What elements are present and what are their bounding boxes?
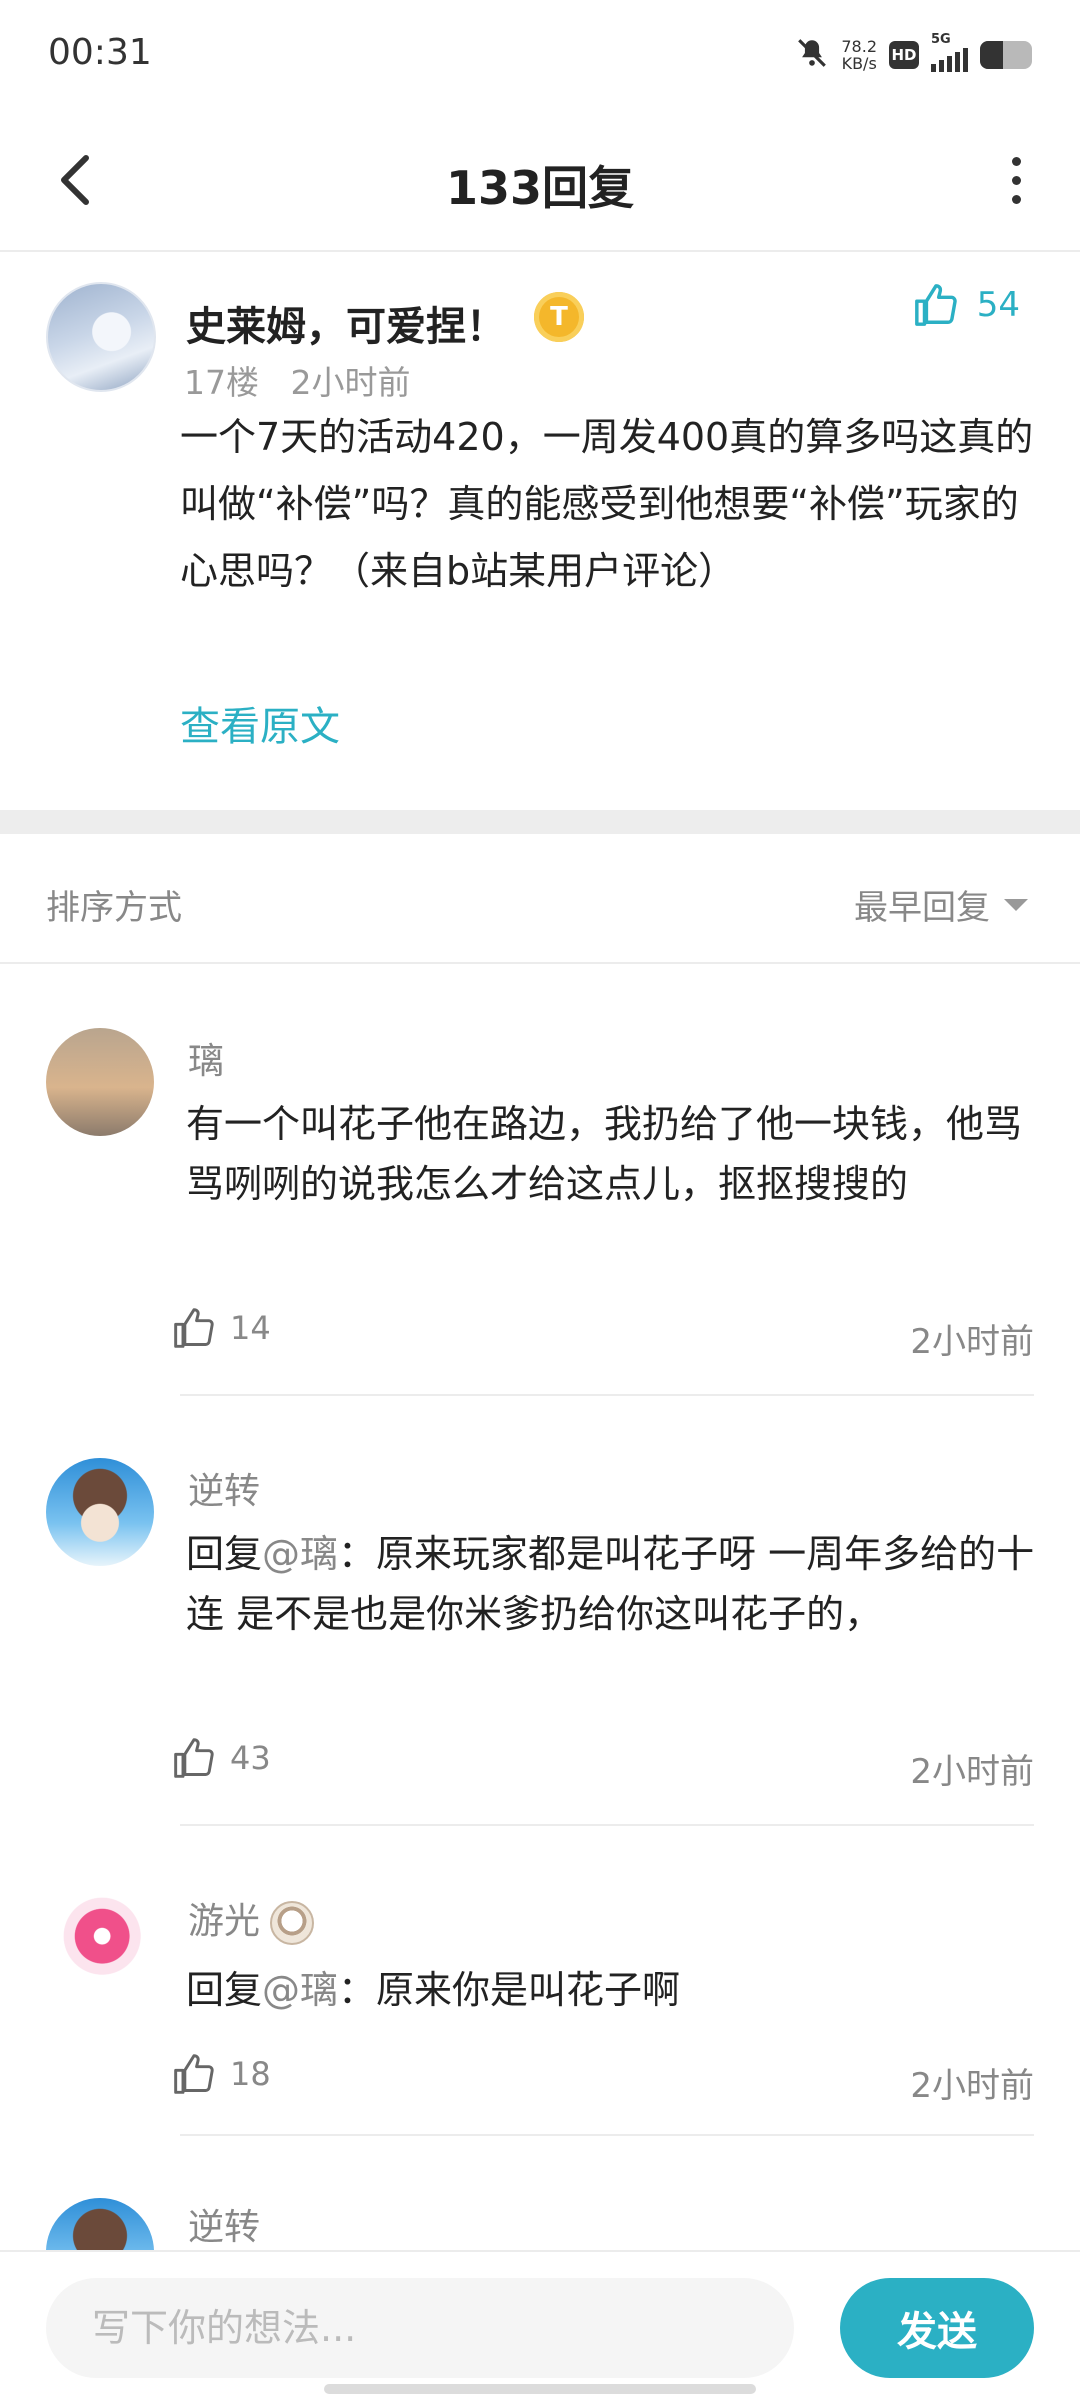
post-text: 一个7天的活动420，一周发400真的算多吗这真的叫做“补偿”吗？真的能感受到他… [180, 415, 1034, 593]
post-time: 2小时前 [290, 363, 411, 402]
reply-like-button[interactable]: 14 [172, 1306, 271, 1350]
sort-bar: 排序方式 最早回复 [0, 834, 1080, 964]
reply-text: 有一个叫花子他在路边，我扔给了他一块钱，他骂骂咧咧的说我怎么才给这点儿，抠抠搜搜… [186, 1102, 1023, 1206]
thumbs-up-icon [174, 1308, 214, 1348]
view-original-link[interactable]: 查看原文 [180, 694, 340, 752]
user-badge-icon: T [534, 292, 584, 342]
sort-selected: 最早回复 [854, 888, 990, 928]
reply-time: 2小时前 [910, 1322, 1034, 1362]
comment-input[interactable] [46, 2278, 794, 2378]
post-like-button[interactable]: 54 [913, 282, 1020, 328]
reply-prefix: 回复 [186, 1968, 263, 2012]
user-badge-icon [270, 1901, 315, 1945]
status-icons: 78.2 KB/s HD 5G [795, 30, 1032, 80]
mute-icon [795, 36, 829, 74]
reply-text: 回复@璃：原来玩家都是叫花子呀 一周年多给的十连 是不是也是你米爹扔给你这叫花子… [186, 1524, 1046, 1644]
reply-username[interactable]: 逆转 [188, 2198, 260, 2250]
reply-mention[interactable]: @璃 [262, 1532, 338, 1576]
reply-username[interactable]: 璃 [188, 1032, 224, 1084]
signal-icon: 5G [931, 32, 968, 72]
reply-username[interactable]: 游光 [188, 1892, 315, 1945]
more-vertical-icon [1011, 156, 1021, 166]
post-floor: 17楼 [184, 363, 259, 402]
caret-down-icon [1004, 898, 1028, 911]
net-speed-unit: KB/s [841, 54, 877, 73]
main-post: 史莱姆，可爱捏！ T 17楼 2小时前 54 一个7天的活动420，一周发400… [0, 254, 1080, 810]
more-options-button[interactable] [980, 144, 1052, 216]
reply-item: 逆转 回复@璃：原来玩家都是叫花子呀 一周年多给的十连 是不是也是你米爹扔给你这… [0, 1396, 1080, 1826]
avatar[interactable] [46, 2198, 154, 2250]
comment-composer: 发送 [0, 2250, 1080, 2400]
net-speed: 78.2 KB/s [841, 38, 877, 72]
reply-like-count: 43 [230, 1739, 271, 1777]
home-indicator [324, 2384, 756, 2394]
signal-label: 5G [931, 32, 951, 47]
reply-item: 璃 有一个叫花子他在路边，我扔给了他一块钱，他骂骂咧咧的说我怎么才给这点儿，抠抠… [0, 966, 1080, 1396]
section-divider [0, 810, 1080, 834]
reply-item: 逆转 [0, 2136, 1080, 2250]
reply-like-count: 18 [230, 2055, 271, 2093]
avatar[interactable] [46, 1028, 154, 1136]
sort-dropdown[interactable]: 最早回复 [854, 880, 1028, 929]
reply-like-button[interactable]: 43 [172, 1736, 271, 1780]
reply-item: 游光 回复@璃：原来你是叫花子啊 18 2小时前 [0, 1826, 1080, 2136]
reply-prefix: 回复 [186, 1532, 263, 1576]
reply-like-count: 14 [230, 1309, 271, 1347]
sort-label: 排序方式 [46, 888, 182, 928]
thumbs-up-icon [914, 284, 957, 326]
reply-time: 2小时前 [910, 2066, 1034, 2106]
hd-badge: HD [889, 41, 919, 69]
avatar[interactable] [46, 282, 156, 392]
send-button[interactable]: 发送 [840, 2278, 1034, 2378]
reply-text: 回复@璃：原来你是叫花子啊 [186, 1960, 1046, 2020]
thumbs-up-icon [174, 2054, 214, 2094]
reply-mention[interactable]: @璃 [262, 1968, 338, 2012]
status-time: 00:31 [48, 32, 152, 73]
net-speed-value: 78.2 [841, 37, 877, 56]
reply-username-text: 游光 [188, 1901, 261, 1942]
reply-like-button[interactable]: 18 [172, 2052, 271, 2096]
post-username[interactable]: 史莱姆，可爱捏！ [186, 294, 506, 352]
status-bar: 00:31 78.2 KB/s HD 5G [0, 0, 1080, 108]
reply-body: ：原来你是叫花子啊 [338, 1968, 681, 2012]
post-like-count: 54 [976, 285, 1020, 325]
top-nav: 133回复 [0, 108, 1080, 252]
page-title: 133回复 [445, 161, 635, 215]
avatar[interactable] [46, 1458, 154, 1566]
thumbs-up-icon [174, 1738, 214, 1778]
reply-time: 2小时前 [910, 1752, 1034, 1792]
battery-level [980, 41, 1004, 69]
reply-username[interactable]: 逆转 [188, 1462, 260, 1514]
avatar[interactable] [46, 1880, 154, 1988]
battery-icon [980, 41, 1032, 69]
post-meta: 17楼 2小时前 [184, 356, 410, 404]
